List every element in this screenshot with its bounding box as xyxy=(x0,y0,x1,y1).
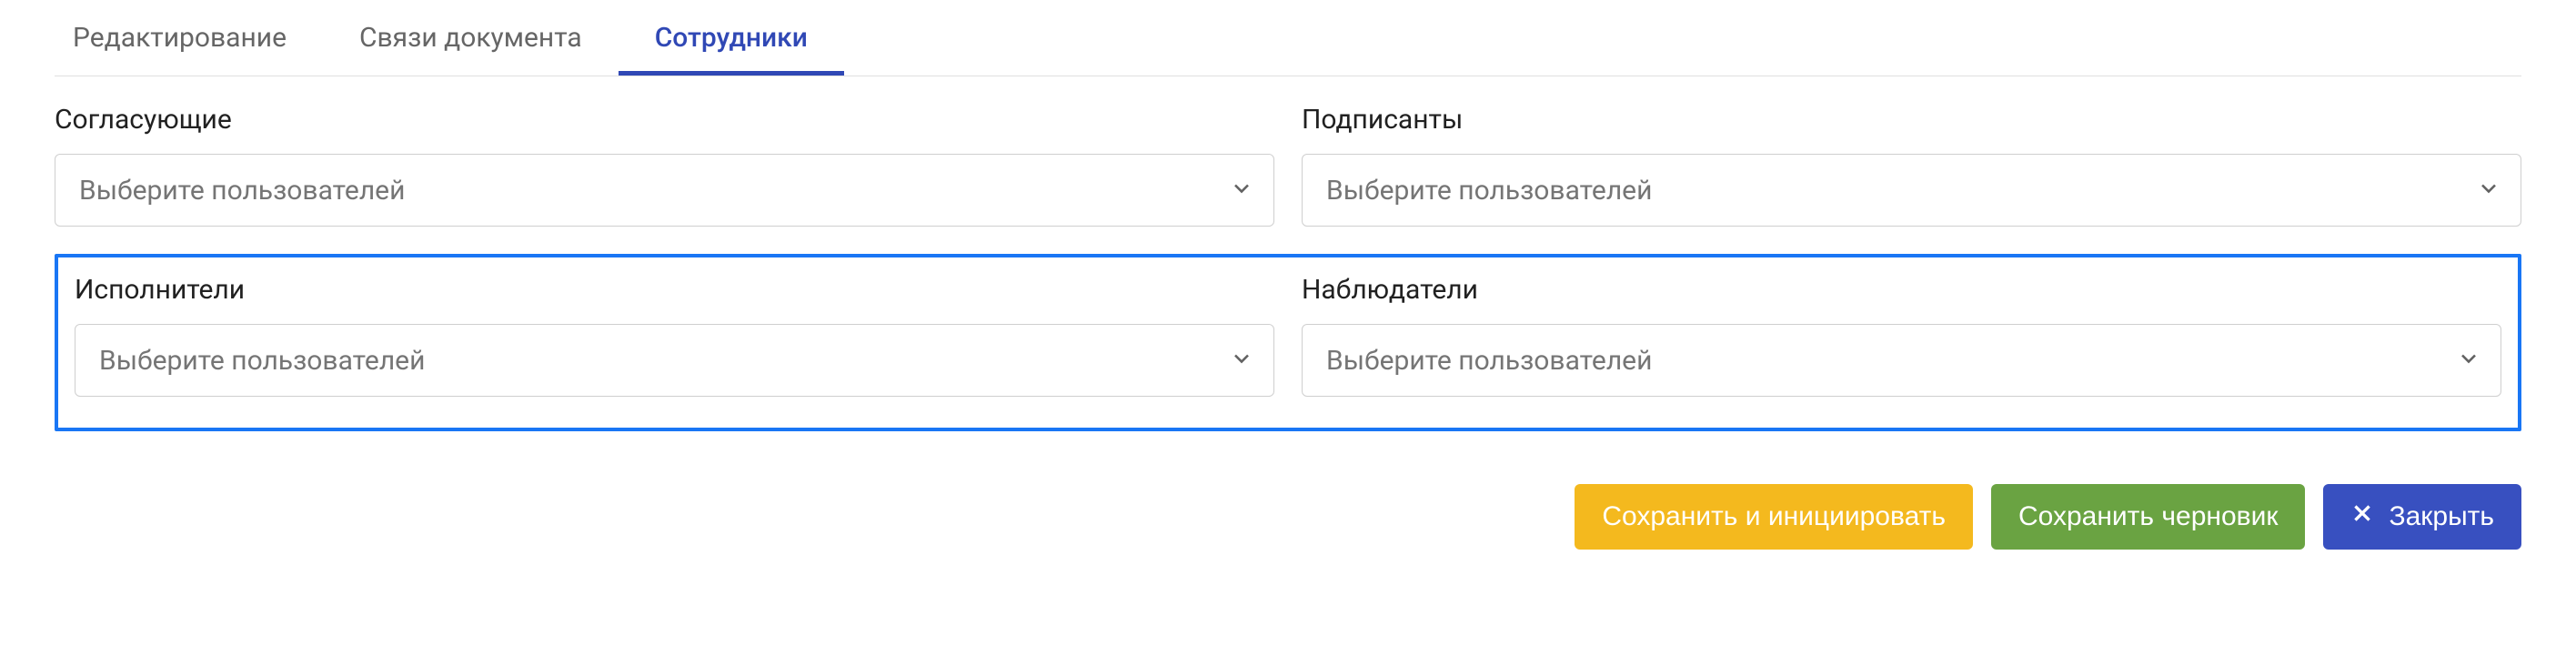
approvers-select[interactable]: Выберите пользователей xyxy=(55,154,1274,227)
tabs: Редактирование Связи документа Сотрудник… xyxy=(55,0,2521,76)
signers-label: Подписанты xyxy=(1302,104,2521,136)
highlighted-section: Исполнители Выберите пользователей Наблю… xyxy=(55,254,2521,431)
field-signers: Подписанты Выберите пользователей xyxy=(1302,104,2521,227)
field-observers: Наблюдатели Выберите пользователей xyxy=(1302,274,2501,397)
action-bar: Сохранить и инициировать Сохранить черно… xyxy=(55,484,2521,586)
observers-label: Наблюдатели xyxy=(1302,274,2501,306)
field-approvers: Согласующие Выберите пользователей xyxy=(55,104,1274,227)
signers-select[interactable]: Выберите пользователей xyxy=(1302,154,2521,227)
close-button-label: Закрыть xyxy=(2389,501,2494,532)
tab-document-links[interactable]: Связи документа xyxy=(323,0,619,76)
field-executors: Исполнители Выберите пользователей xyxy=(75,274,1274,397)
save-initiate-button[interactable]: Сохранить и инициировать xyxy=(1575,484,1973,550)
tab-editing[interactable]: Редактирование xyxy=(55,0,323,76)
executors-label: Исполнители xyxy=(75,274,1274,306)
approvers-label: Согласующие xyxy=(55,104,1274,136)
observers-select[interactable]: Выберите пользователей xyxy=(1302,324,2501,397)
close-button[interactable]: Закрыть xyxy=(2323,484,2521,550)
close-icon xyxy=(2350,501,2374,532)
save-draft-button[interactable]: Сохранить черновик xyxy=(1991,484,2305,550)
executors-select[interactable]: Выберите пользователей xyxy=(75,324,1274,397)
tab-employees[interactable]: Сотрудники xyxy=(619,0,844,76)
